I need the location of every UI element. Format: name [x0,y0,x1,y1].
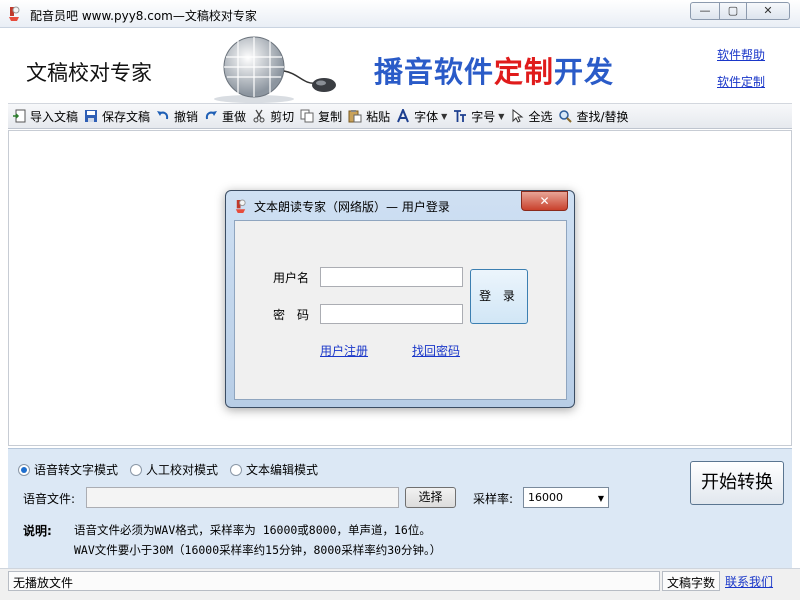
audio-file-input[interactable] [86,487,399,508]
undo-button[interactable]: 撤销 [154,105,202,127]
search-icon [559,110,573,123]
save-button[interactable]: 保存文稿 [82,105,154,127]
redo-icon [205,111,218,120]
sample-rate-label: 采样率: [473,492,514,506]
mode-radio-group: 语音转文字模式 人工校对模式 文本编辑模式 [18,461,330,478]
mode-label: 语音转文字模式 [34,463,119,477]
find-replace-button[interactable]: 查找/替换 [556,105,632,127]
redo-label: 重做 [222,109,247,124]
copy-button[interactable]: 复制 [298,105,346,127]
word-count: 文稿字数 [662,571,720,591]
dialog-title: 文本朗读专家（网络版）— 用户登录 [254,200,450,214]
password-input[interactable] [320,304,463,324]
mode-radio-speech-to-text[interactable] [18,463,30,476]
chevron-down-icon: ▼ [441,111,448,121]
copy-icon [300,109,314,123]
register-link[interactable]: 用户注册 [320,342,368,359]
app-icon [9,6,20,21]
conversion-panel: 语音转文字模式 人工校对模式 文本编辑模式 语音文件: 选择 采样率: 1600… [8,448,792,568]
contact-link[interactable]: 联系我们 [722,571,792,591]
select-all-label: 全选 [528,109,553,124]
find-replace-label: 查找/替换 [576,109,629,124]
status-bar: 无播放文件 文稿字数 联系我们 [0,568,800,600]
mode-label: 人工校对模式 [146,463,219,477]
password-label: 密 码 [273,308,310,322]
username-label: 用户名 [273,271,310,285]
help-link[interactable]: 软件帮助 [717,46,765,63]
import-icon [13,109,26,123]
mode-label: 文本编辑模式 [246,463,319,477]
undo-label: 撤销 [174,109,199,124]
audio-file-label: 语音文件: [23,492,76,506]
redo-button[interactable]: 重做 [202,105,250,127]
dialog-body: 用户名 密 码 登 录 用户注册 找回密码 [234,220,567,400]
scissors-icon [253,109,265,123]
close-button[interactable]: ✕ [746,2,790,20]
window-title: 配音员吧 www.pyy8.com—文稿校对专家 [30,9,257,23]
font-label: 字体 [414,109,439,124]
sample-rate-value: 16000 [528,491,563,504]
paste-label: 粘贴 [366,109,391,124]
playback-status: 无播放文件 [8,571,660,591]
undo-icon [157,111,169,120]
keyboard-globe-mouse-icon [214,36,336,103]
custom-link[interactable]: 软件定制 [717,73,765,90]
cut-button[interactable]: 剪切 [250,105,298,127]
banner-title: 文稿校对专家 [26,61,152,85]
slogan-text-2: 定制 [494,55,555,89]
slogan-text-1: 播音软件 [374,55,495,89]
sample-rate-select[interactable]: 16000 ▼ [523,487,609,508]
font-size-icon [454,110,467,122]
slogan-text-3: 开发 [554,55,615,89]
forgot-password-link[interactable]: 找回密码 [412,342,460,359]
banner: 文稿校对专家 播音软件定制开发 软件帮助 软件定制 [8,29,792,103]
minimize-button[interactable]: — [690,2,720,20]
maximize-button[interactable]: ▢ [719,2,747,20]
login-button[interactable]: 登 录 [470,269,528,324]
app-icon [235,199,246,213]
dialog-close-button[interactable]: ✕ [521,191,568,211]
choose-file-button[interactable]: 选择 [405,487,456,508]
import-button[interactable]: 导入文稿 [10,105,82,127]
mode-radio-manual-proofread[interactable] [130,463,143,476]
save-icon [85,110,98,122]
font-size-button[interactable]: 字号 ▼ [451,105,508,127]
window-title-bar: 配音员吧 www.pyy8.com—文稿校对专家 — ▢ ✕ [0,0,800,28]
font-button[interactable]: 字体 ▼ [394,105,451,127]
save-label: 保存文稿 [102,109,151,124]
cut-label: 剪切 [270,109,295,124]
note-line: WAV文件要小于30M（16000采样率约15分钟，8000采样率约30分钟。） [74,543,442,557]
note-line: 语音文件必须为WAV格式，采样率为 16000或8000，单声道，16位。 [74,523,431,537]
font-size-label: 字号 [471,109,496,124]
banner-slogan: 播音软件定制开发 [374,49,614,91]
paste-icon [348,110,362,123]
mode-radio-text-edit[interactable] [230,463,243,476]
toolbar: 导入文稿 保存文稿 撤销 重做 剪切 复制 粘贴 字体 ▼ 字号 ▼ 全选 查找… [8,103,792,129]
chevron-down-icon: ▼ [597,494,604,503]
font-icon [397,109,410,123]
cursor-icon [512,109,524,123]
import-label: 导入文稿 [30,109,79,124]
username-input[interactable] [320,267,463,287]
chevron-down-icon: ▼ [498,111,505,121]
copy-label: 复制 [318,109,343,124]
select-all-button[interactable]: 全选 [508,105,556,127]
start-convert-button[interactable]: 开始转换 [690,461,784,505]
login-dialog: 文本朗读专家（网络版）— 用户登录 ✕ 用户名 密 码 登 录 用户注册 找回密… [225,190,575,408]
paste-button[interactable]: 粘贴 [346,105,394,127]
note-heading: 说明: [23,524,52,538]
